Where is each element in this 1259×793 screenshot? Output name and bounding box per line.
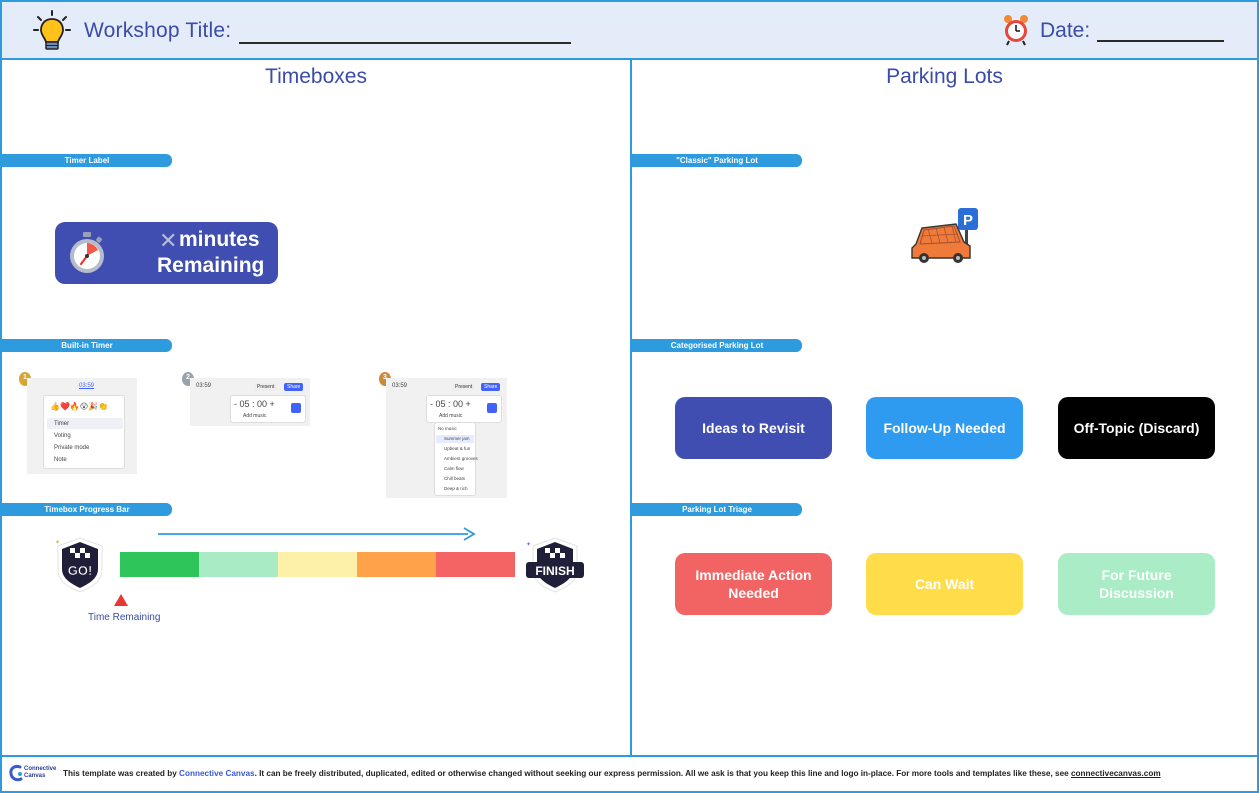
step-2-screenshot: 03:59 Present Share - 05 : 00 + Add musi… [190,378,310,426]
music-option[interactable]: Chill beats [444,476,465,481]
music-option[interactable]: No music [438,426,457,431]
step-3-present-button[interactable]: Present [452,383,476,391]
stopwatch-icon [70,232,104,273]
step-2-share-button[interactable]: Share [284,383,304,391]
finish-flag-icon: FINISH ✦ [526,537,584,593]
step-3-share-button[interactable]: Share [481,383,501,391]
step-3-screenshot: 03:59 Present Share - 05 : 00 + Add musi… [386,378,507,498]
music-option[interactable]: Ambient grooves [444,456,478,461]
parking-sign-text: P [963,212,973,229]
logo-line-2: Canvas [24,773,46,779]
menu-item-note[interactable]: Note [54,457,67,463]
step-3-add-music[interactable]: Add music [439,413,462,419]
triage-immediate-action-needed[interactable]: Immediate Action Needed [675,553,832,615]
timebox-progress-bar [120,552,515,577]
footer: Connective Canvas This template was crea… [2,757,1257,791]
timer-label-card[interactable]: ✕ minutes Remaining [55,222,278,284]
progress-segment-1 [120,552,199,577]
section-categorised-parking-lot: Categorised Parking Lot [632,339,802,352]
logo-text: Connective Canvas [24,766,56,780]
footer-note: This template was created by Connective … [63,769,1161,778]
date-field[interactable] [1097,40,1224,42]
reactions-icon-row: 👍❤️🔥😮🎉👏 [50,402,109,411]
category-ideas-to-revisit[interactable]: Ideas to Revisit [675,397,832,459]
music-option[interactable]: Upbeat & fun [444,446,470,451]
step-3-play-button[interactable] [487,403,497,413]
triage-can-wait[interactable]: Can Wait [866,553,1023,615]
workshop-title-label: Workshop Title: [84,19,232,42]
music-option[interactable]: Deep & rich [444,486,468,491]
triage-for-future-discussion[interactable]: For Future Discussion [1058,553,1215,615]
step-2-add-music[interactable]: Add music [243,413,266,419]
footer-brand-link[interactable]: Connective Canvas [179,769,255,778]
step-3-music-menu: No music Summer jam Upbeat & fun Ambient… [434,422,478,496]
music-option[interactable]: Calm flow [444,466,464,471]
timer-remaining-text: Remaining [157,254,265,277]
workshop-title-field[interactable] [239,42,571,44]
footer-note-prefix: This template was created by [63,769,180,778]
progress-segment-4 [357,552,436,577]
progress-segment-5 [436,552,515,577]
svg-text:✦: ✦ [526,541,531,548]
section-progress-bar: Timebox Progress Bar [2,503,172,516]
date-label: Date: [1040,19,1091,42]
svg-text:✦: ✦ [55,539,60,546]
category-off-topic-discard[interactable]: Off-Topic (Discard) [1058,397,1215,459]
step-1-timer-text: 03:59 [79,383,95,389]
step-2-present-button[interactable]: Present [254,383,278,391]
step-3-timer-popup: - 05 : 00 + Add music [426,395,502,423]
go-badge-text: GO! [68,563,93,578]
connective-canvas-logo-icon [9,765,23,782]
finish-badge-text: FINISH [535,564,574,578]
menu-item-timer[interactable]: Timer [54,421,69,427]
step-2-play-button[interactable] [291,403,301,413]
step-2-timer-text: 03:59 [196,383,212,389]
step-2-timer-popup: - 05 : 00 + Add music [230,395,306,423]
step-1-screenshot: 03:59 👍❤️🔥😮🎉👏 Timer Voting Private mode … [27,378,137,474]
step-1-menu: 👍❤️🔥😮🎉👏 Timer Voting Private mode Note [43,395,125,469]
menu-item-private-mode[interactable]: Private mode [54,445,89,451]
footer-website-link[interactable]: connectivecanvas.com [1071,769,1161,778]
footer-note-body: . It can be freely distributed, duplicat… [254,769,1071,778]
menu-item-voting[interactable]: Voting [54,433,71,439]
section-classic-parking-lot: "Classic" Parking Lot [632,154,802,167]
parked-car-icon: P [911,208,978,263]
lightbulb-icon [33,10,71,50]
go-flag-icon: GO! ✦ [55,537,103,593]
time-remaining-marker-icon[interactable] [114,594,128,606]
timer-minutes-text: minutes [179,228,260,251]
section-built-in-timer: Built-in Timer [2,339,172,352]
header: Workshop Title: Date: [2,2,1257,60]
step-3-timer-text: 03:59 [392,383,408,389]
step-3-time-value[interactable]: - 05 : 00 + [430,399,471,409]
time-remaining-label: Time Remaining [88,612,161,623]
progress-segment-3 [278,552,357,577]
timeboxes-title: Timeboxes [265,65,367,88]
section-parking-lot-triage: Parking Lot Triage [632,503,802,516]
timer-x-mark: ✕ [159,228,178,253]
category-follow-up-needed[interactable]: Follow-Up Needed [866,397,1023,459]
logo-line-1: Connective [24,766,57,772]
step-2-time-value[interactable]: - 05 : 00 + [234,399,275,409]
progress-segment-2 [199,552,278,577]
music-option[interactable]: Summer jam [444,436,470,441]
section-timer-label: Timer Label [2,154,172,167]
parking-lots-title: Parking Lots [886,65,1003,88]
alarm-clock-icon [1004,15,1028,46]
progress-arrow-icon [158,527,476,541]
